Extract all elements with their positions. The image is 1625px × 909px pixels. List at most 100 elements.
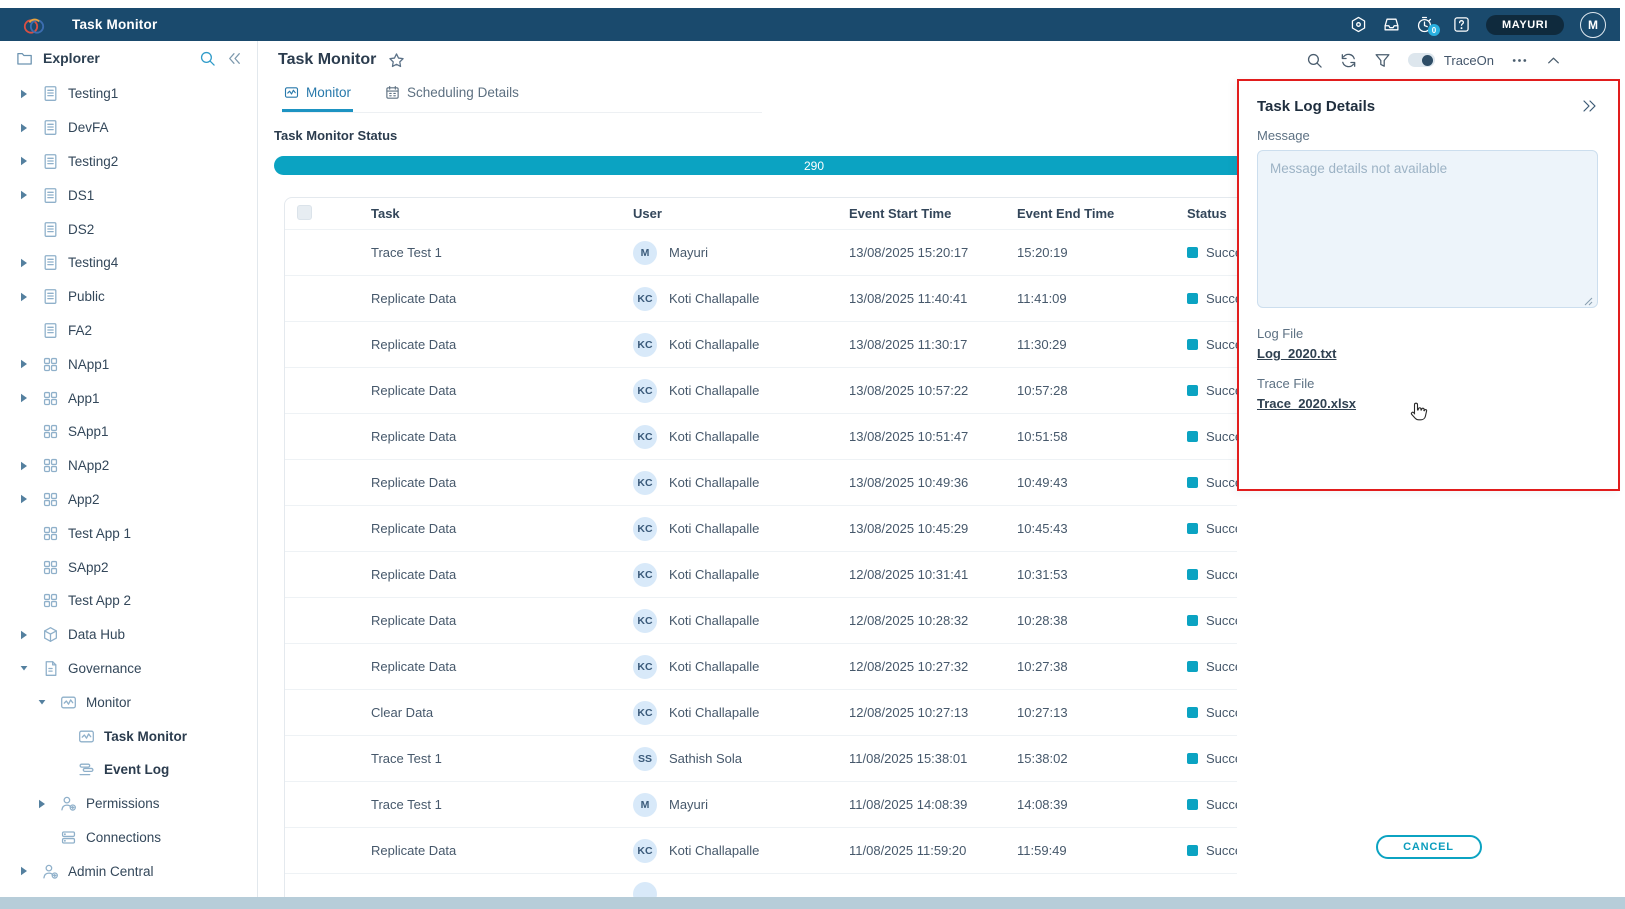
tab-scheduling-details[interactable]: Scheduling Details <box>383 82 521 112</box>
collapse-panel-icon[interactable] <box>1580 97 1598 115</box>
log-file-link[interactable]: Log_2020.txt <box>1257 346 1336 361</box>
table-row[interactable]: Replicate DataKCKoti Challapalle13/08/20… <box>285 413 1237 459</box>
message-textarea[interactable] <box>1257 150 1598 308</box>
status-cell: Success <box>1187 659 1237 674</box>
tab-monitor[interactable]: Monitor <box>282 82 353 112</box>
table-row[interactable]: Replicate DataKCKoti Challapalle12/08/20… <box>285 551 1237 597</box>
resize-grip-icon[interactable] <box>1584 297 1593 306</box>
table-row[interactable]: Replicate DataKCKoti Challapalle12/08/20… <box>285 643 1237 689</box>
sidebar-item-testing1[interactable]: Testing1 <box>0 77 257 111</box>
chevron-right-icon[interactable] <box>20 393 42 403</box>
sidebar-item-governance[interactable]: Governance <box>0 652 257 686</box>
search-icon[interactable] <box>1306 52 1323 69</box>
sidebar-item-data-hub[interactable]: Data Hub <box>0 618 257 652</box>
sidebar-item-app2[interactable]: App2 <box>0 483 257 517</box>
table-row[interactable]: Clear DataKCKoti Challapalle12/08/2025 1… <box>285 689 1237 735</box>
sidebar-item-fa2[interactable]: FA2 <box>0 314 257 348</box>
chevron-right-icon[interactable] <box>20 630 42 640</box>
chevron-right-icon[interactable] <box>20 258 42 268</box>
table-row[interactable]: Trace Test 1MMayuri13/08/2025 15:20:1715… <box>285 229 1237 275</box>
cancel-button[interactable]: CANCEL <box>1376 835 1482 859</box>
column-header-end[interactable]: Event End Time <box>1017 206 1187 221</box>
search-icon[interactable] <box>199 50 216 67</box>
table-row[interactable]: Replicate DataKCKoti Challapalle12/08/20… <box>285 597 1237 643</box>
chevron-right-icon[interactable] <box>20 156 42 166</box>
column-header-user[interactable]: User <box>633 206 849 221</box>
start-time-cell: 13/08/2025 10:51:47 <box>849 429 1017 444</box>
task-cell: Replicate Data <box>371 383 633 398</box>
sidebar-item-event-log[interactable]: Event Log <box>0 753 257 787</box>
sidebar-item-testing2[interactable]: Testing2 <box>0 145 257 179</box>
table-row[interactable]: Replicate DataKCKoti Challapalle13/08/20… <box>285 367 1237 413</box>
chevron-right-icon[interactable] <box>20 89 42 99</box>
inbox-icon[interactable] <box>1383 16 1400 33</box>
column-header-task[interactable]: Task <box>371 206 633 221</box>
sidebar-item-napp2[interactable]: NApp2 <box>0 449 257 483</box>
chevron-down-icon[interactable] <box>38 697 60 707</box>
avatar[interactable]: M <box>1580 12 1606 38</box>
refresh-icon[interactable] <box>1340 52 1357 69</box>
collapse-sidebar-icon[interactable] <box>226 50 243 67</box>
sidebar-item-devfa[interactable]: DevFA <box>0 111 257 145</box>
chevron-right-icon[interactable] <box>38 799 60 809</box>
user-pill[interactable]: MAYURI <box>1486 15 1564 35</box>
table-row[interactable]: Replicate DataKCKoti Challapalle13/08/20… <box>285 275 1237 321</box>
chevron-down-icon[interactable] <box>20 663 42 673</box>
status-square-icon <box>1187 661 1198 672</box>
hexagon-gear-icon[interactable] <box>1350 16 1367 33</box>
table-row[interactable]: Replicate DataKCKoti Challapalle13/08/20… <box>285 459 1237 505</box>
column-header-status[interactable]: Status <box>1187 206 1237 221</box>
sidebar-item-connections[interactable]: Connections <box>0 821 257 855</box>
sidebar-item-public[interactable]: Public <box>0 280 257 314</box>
sidebar-item-sapp2[interactable]: SApp2 <box>0 550 257 584</box>
user-cell: SSSathish Sola <box>633 747 849 771</box>
favorite-star-icon[interactable] <box>388 52 405 69</box>
timer-icon[interactable]: 0 <box>1416 16 1433 33</box>
table-row[interactable]: Replicate DataKCKoti Challapalle13/08/20… <box>285 321 1237 367</box>
chevron-right-icon[interactable] <box>20 461 42 471</box>
sidebar-item-napp1[interactable]: NApp1 <box>0 347 257 381</box>
chevron-up-icon[interactable] <box>1545 52 1562 69</box>
task-cell: Replicate Data <box>371 429 633 444</box>
column-header-start[interactable]: Event Start Time <box>849 206 1017 221</box>
chevron-right-icon[interactable] <box>20 190 42 200</box>
sidebar-item-test-app-2[interactable]: Test App 2 <box>0 584 257 618</box>
sidebar-item-sapp1[interactable]: SApp1 <box>0 415 257 449</box>
filter-icon[interactable] <box>1374 52 1391 69</box>
sidebar-item-app1[interactable]: App1 <box>0 381 257 415</box>
ellipsis-icon[interactable] <box>1511 52 1528 69</box>
table-row[interactable]: Replicate DataKCKoti Challapalle13/08/20… <box>285 505 1237 551</box>
table-row[interactable]: Trace Test 1SSSathish Sola11/08/2025 15:… <box>285 735 1237 781</box>
trace-file-link[interactable]: Trace_2020.xlsx <box>1257 396 1356 411</box>
chevron-right-icon[interactable] <box>20 359 42 369</box>
app-body: Explorer Testing1DevFATesting2DS1DS2Test… <box>0 41 1620 897</box>
sidebar-item-testing4[interactable]: Testing4 <box>0 246 257 280</box>
chevron-right-icon[interactable] <box>20 292 42 302</box>
sidebar-item-label: Monitor <box>86 695 131 710</box>
select-all-checkbox[interactable] <box>297 205 312 220</box>
sidebar-item-test-app-1[interactable]: Test App 1 <box>0 516 257 550</box>
end-time-cell: 14:08:39 <box>1017 797 1187 812</box>
trace-toggle[interactable] <box>1408 53 1435 67</box>
grid-icon <box>42 390 59 407</box>
folder-icon <box>16 50 33 67</box>
sidebar-item-label: FA2 <box>68 323 92 338</box>
status-cell: Success <box>1187 429 1237 444</box>
sidebar-item-ds1[interactable]: DS1 <box>0 178 257 212</box>
sidebar-item-admin-central[interactable]: Admin Central <box>0 854 257 888</box>
chevron-right-icon[interactable] <box>20 123 42 133</box>
sidebar-item-monitor[interactable]: Monitor <box>0 685 257 719</box>
chevron-right-icon[interactable] <box>20 866 42 876</box>
status-cell: Success <box>1187 797 1237 812</box>
end-time-cell: 15:38:02 <box>1017 751 1187 766</box>
status-square-icon <box>1187 385 1198 396</box>
help-icon[interactable] <box>1453 16 1470 33</box>
user-cell: KCKoti Challapalle <box>633 609 849 633</box>
sidebar-item-task-monitor[interactable]: Task Monitor <box>0 719 257 753</box>
sidebar-item-permissions[interactable]: Permissions <box>0 787 257 821</box>
table-row[interactable]: Replicate DataKCKoti Challapalle11/08/20… <box>285 827 1237 873</box>
table-row[interactable]: Trace Test 1MMayuri11/08/2025 14:08:3914… <box>285 781 1237 827</box>
chevron-right-icon[interactable] <box>20 494 42 504</box>
sidebar-item-ds2[interactable]: DS2 <box>0 212 257 246</box>
bottom-scrollbar[interactable] <box>0 897 1625 909</box>
